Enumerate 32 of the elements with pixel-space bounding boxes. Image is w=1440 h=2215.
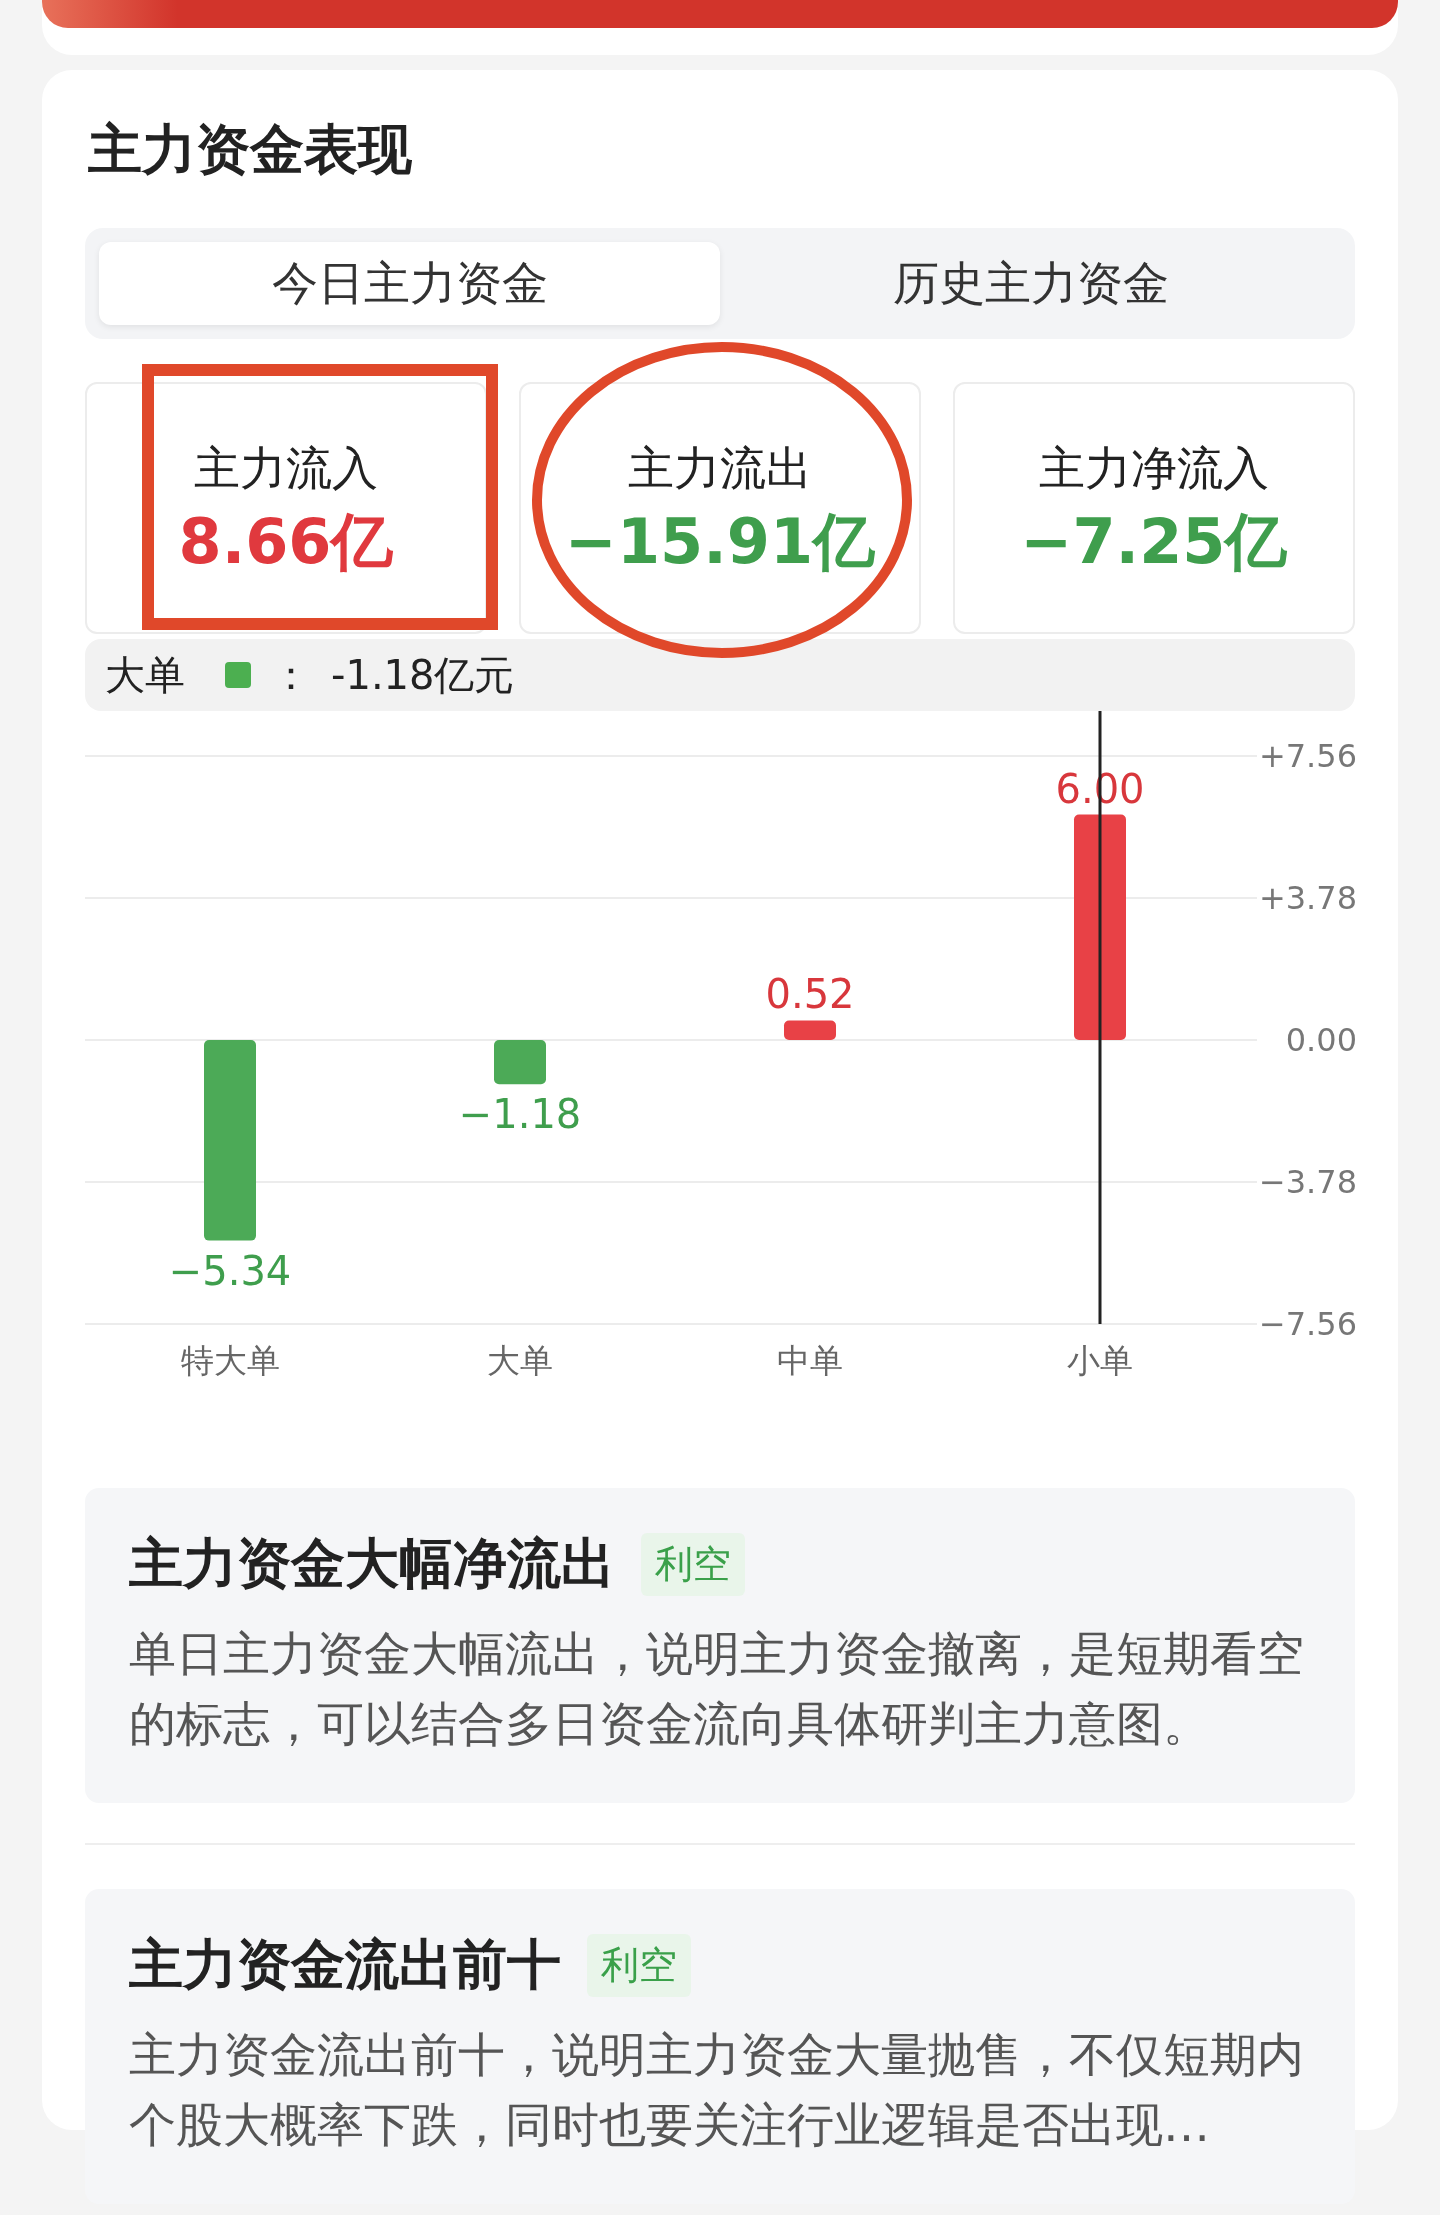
data-label: −1.18 — [458, 1091, 582, 1138]
stat-value: −7.25亿 — [1020, 506, 1288, 578]
section-title: 主力资金表现 — [88, 120, 413, 180]
tooltip-separator: ： — [271, 650, 311, 700]
axis-label: −3.78 — [1258, 1163, 1357, 1201]
axis-label: 大单 — [487, 1341, 553, 1380]
axis-label: 中单 — [777, 1341, 843, 1380]
insight-text: 主力资金流出前十，说明主力资金大量抛售，不仅短期内个股大概率下跌，同时也要关注行业逻辑是否出现… — [129, 2026, 1305, 2154]
chart-bar — [494, 1040, 546, 1085]
axis-label: +7.56 — [1258, 737, 1357, 775]
data-label: −5.34 — [168, 1247, 292, 1294]
axis-label: 特大单 — [180, 1341, 280, 1380]
stat-label: 主力流入 — [194, 440, 378, 497]
axis-label: 小单 — [1067, 1341, 1133, 1380]
insight-tag: 利空 — [587, 1934, 691, 1997]
tab[interactable]: 今日主力资金 — [99, 242, 720, 325]
insight-title: 主力资金大幅净流出 — [129, 1531, 615, 1597]
insight-title: 主力资金流出前十 — [129, 1932, 561, 1998]
insight-text: 单日主力资金大幅流出，说明主力资金撤离，是短期看空的标志，可以结合多日资金流向具体研判主力意图。 — [129, 1625, 1305, 1753]
tab[interactable]: 历史主力资金 — [720, 242, 1341, 325]
axis-label: −7.56 — [1258, 1305, 1357, 1343]
tooltip-value: -1.18亿元 — [331, 650, 515, 700]
stat-value: −15.91亿 — [564, 506, 876, 578]
stat-label: 主力净流入 — [1039, 440, 1269, 497]
insight-tag: 利空 — [641, 1533, 745, 1596]
data-label: 0.52 — [765, 971, 855, 1018]
axis-label: +3.78 — [1258, 879, 1357, 917]
stat-label: 主力流出 — [628, 440, 812, 497]
stat-value: 8.66亿 — [178, 506, 394, 578]
axis-label: 0.00 — [1285, 1021, 1357, 1059]
chart-bar — [784, 1020, 836, 1040]
tooltip-label: 大单 — [105, 650, 185, 700]
